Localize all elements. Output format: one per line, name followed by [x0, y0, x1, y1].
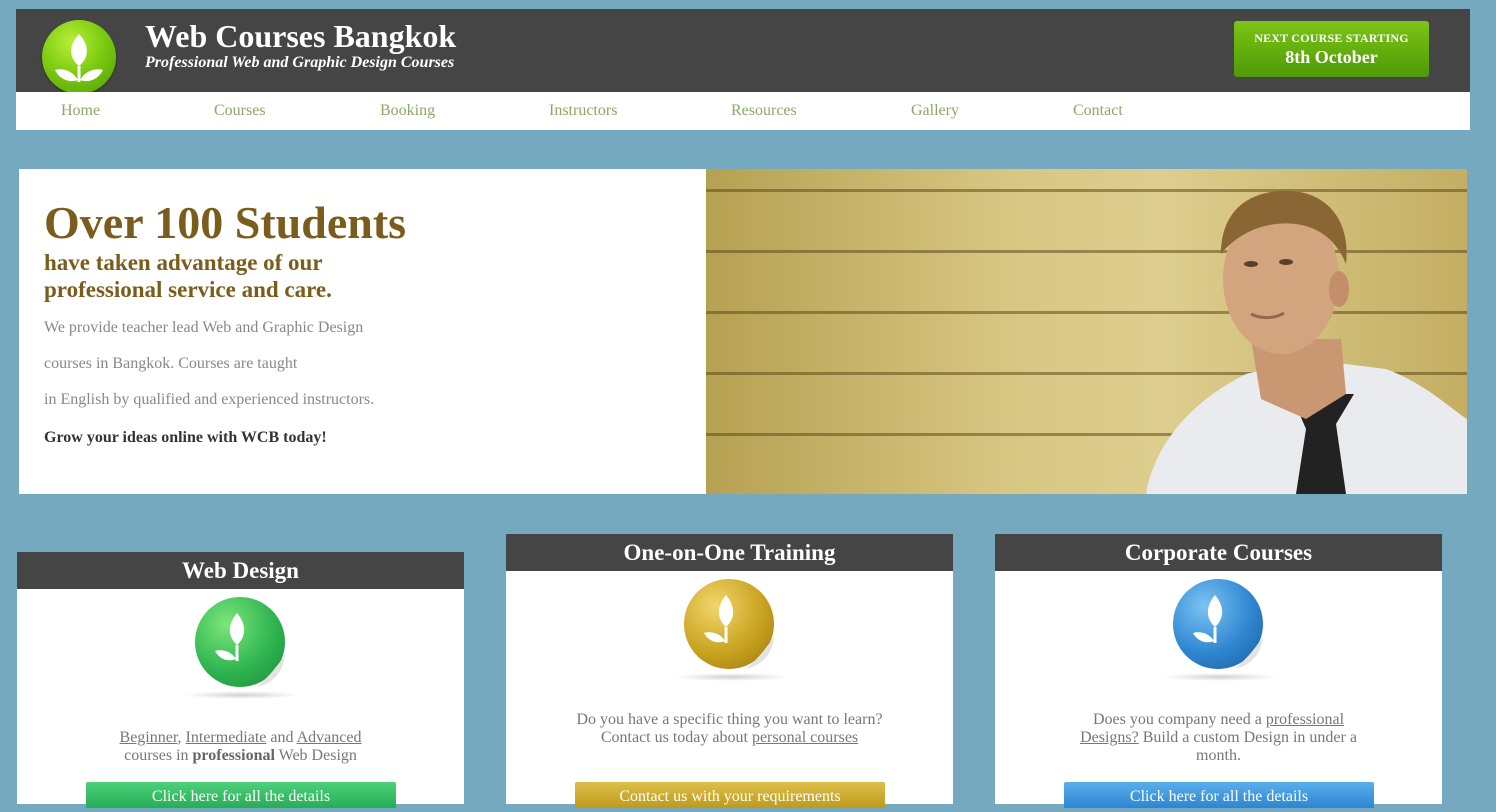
blue-leaf-sticker-icon: [1172, 579, 1263, 669]
contact-requirements-button[interactable]: Contact us with your requirements: [575, 782, 885, 808]
card-web-design: Web Design Beginner, Intermediate and Ad…: [17, 552, 464, 808]
student-portrait-illustration: [1146, 190, 1467, 494]
badge-container: [1159, 571, 1279, 681]
hero-text-line-2: courses in Bangkok. Courses are taught: [44, 355, 298, 372]
card-text-part: Web Design: [274, 747, 357, 764]
card-one-on-one-training: One-on-One Training Do you have a specif…: [506, 534, 953, 808]
hero-subheadline: have taken advantage of our professional…: [44, 250, 332, 302]
card-title: One-on-One Training: [506, 534, 953, 571]
hero-cta-text: Grow your ideas online with WCB today!: [44, 429, 327, 446]
card-description: Does you company need a professional Des…: [995, 711, 1442, 765]
corporate-details-button[interactable]: Click here for all the details: [1064, 782, 1374, 808]
advanced-link[interactable]: Advanced: [297, 729, 362, 746]
web-design-details-button[interactable]: Click here for all the details: [86, 782, 396, 808]
badge-shadow: [182, 691, 301, 699]
card-description: Beginner, Intermediate and Advanced cour…: [17, 729, 464, 765]
hero-headline: Over 100 Students: [44, 197, 407, 248]
card-text-part: courses in: [124, 747, 193, 764]
site-tagline: Professional Web and Graphic Design Cour…: [145, 54, 455, 71]
card-title: Corporate Courses: [995, 534, 1442, 571]
card-title: Web Design: [17, 552, 464, 589]
nav-instructors[interactable]: Instructors: [549, 102, 617, 120]
card-corporate-courses: Corporate Courses Does you company need …: [995, 534, 1442, 808]
badge-shadow: [1160, 673, 1279, 681]
nav-resources[interactable]: Resources: [731, 102, 797, 120]
hero-photo-student: [706, 169, 1467, 494]
next-course-date: 8th October: [1285, 47, 1378, 67]
nav-courses[interactable]: Courses: [214, 102, 266, 120]
beginner-link[interactable]: Beginner: [120, 729, 178, 746]
separator: and: [266, 729, 297, 746]
badge-container: [181, 589, 301, 699]
leaf-logo-icon[interactable]: [42, 20, 116, 94]
card-text-part: Build a custom Design in under a month.: [1138, 729, 1357, 764]
intermediate-link[interactable]: Intermediate: [186, 729, 267, 746]
site-title[interactable]: Web Courses Bangkok: [145, 18, 456, 55]
personal-courses-link[interactable]: personal courses: [752, 729, 858, 746]
card-text-bold: professional: [192, 747, 275, 764]
site-header: Web Courses Bangkok Professional Web and…: [16, 9, 1470, 94]
hero-text-line-3: in English by qualified and experienced …: [44, 391, 375, 408]
nav-home[interactable]: Home: [61, 102, 100, 120]
badge-container: [670, 571, 790, 681]
gold-leaf-sticker-icon: [683, 579, 774, 669]
next-course-button[interactable]: NEXT COURSE STARTING 8th October: [1234, 21, 1429, 77]
nav-gallery[interactable]: Gallery: [911, 102, 959, 120]
main-nav: Home Courses Booking Instructors Resourc…: [16, 92, 1470, 130]
separator: ,: [177, 729, 186, 746]
card-text-part: Does you company need a: [1092, 711, 1266, 728]
badge-shadow: [671, 673, 790, 681]
nav-booking[interactable]: Booking: [380, 102, 435, 120]
hero-text-line-1: We provide teacher lead Web and Graphic …: [44, 319, 364, 336]
hero-banner: Over 100 Students have taken advantage o…: [19, 169, 1467, 494]
nav-contact[interactable]: Contact: [1073, 102, 1123, 120]
card-description: Do you have a specific thing you want to…: [506, 711, 953, 747]
next-course-label: NEXT COURSE STARTING: [1254, 31, 1409, 45]
green-leaf-sticker-icon: [194, 597, 285, 687]
